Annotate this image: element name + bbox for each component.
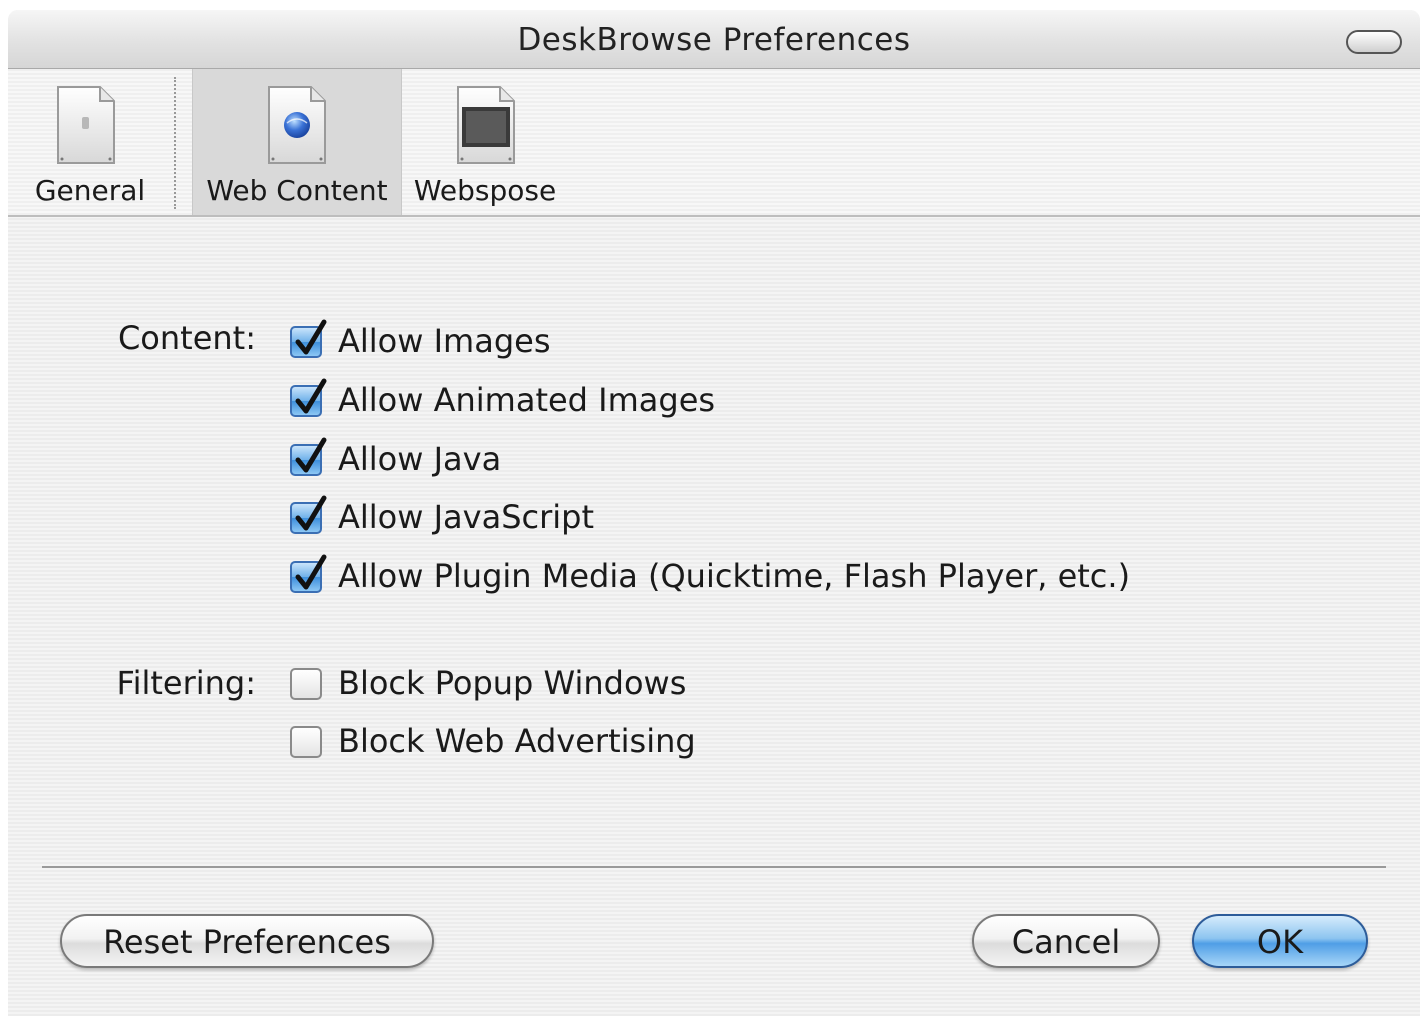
general-doc-icon xyxy=(57,86,115,164)
checkmark-icon xyxy=(295,378,327,414)
reset-preferences-button[interactable]: Reset Preferences xyxy=(60,914,434,968)
allow-images-label: Allow Images xyxy=(338,322,551,360)
block-popup-windows-label: Block Popup Windows xyxy=(338,664,687,702)
tab-general[interactable]: General xyxy=(8,69,172,215)
tab-general-label: General xyxy=(34,174,146,207)
checkmark-icon xyxy=(295,319,327,355)
preferences-window: DeskBrowse Preferences General Web Conte… xyxy=(8,10,1420,1016)
checkbox-box[interactable] xyxy=(290,554,327,593)
checkbox-box[interactable] xyxy=(290,319,327,358)
checkmark-icon xyxy=(295,554,327,590)
tab-webspose[interactable]: Webspose xyxy=(402,69,568,215)
tab-webspose-label: Webspose xyxy=(413,174,557,207)
toolbar-toggle-button[interactable] xyxy=(1346,30,1402,54)
checkbox-box[interactable] xyxy=(290,668,322,700)
filtering-section-label: Filtering: xyxy=(116,664,256,702)
title-bar[interactable]: DeskBrowse Preferences xyxy=(8,10,1420,69)
checkmark-icon xyxy=(295,437,327,473)
checkbox-box[interactable] xyxy=(290,378,327,417)
allow-javascript-label: Allow JavaScript xyxy=(338,498,594,536)
webspose-doc-icon xyxy=(457,86,515,164)
ok-button[interactable]: OK xyxy=(1192,914,1368,968)
preferences-toolbar: General Web Content Webspose xyxy=(8,69,1420,217)
checkmark-icon xyxy=(295,495,327,531)
toolbar-separator xyxy=(174,77,176,209)
cancel-button[interactable]: Cancel xyxy=(972,914,1160,968)
window-title: DeskBrowse Preferences xyxy=(517,22,911,58)
divider xyxy=(42,866,1386,868)
checkbox-box[interactable] xyxy=(290,726,322,758)
content-section-label: Content: xyxy=(117,319,256,357)
globe-doc-icon xyxy=(268,86,326,164)
tab-web-content-label: Web Content xyxy=(206,174,388,207)
checkbox-box[interactable] xyxy=(290,437,327,476)
tab-web-content[interactable]: Web Content xyxy=(192,69,402,215)
allow-animated-images-label: Allow Animated Images xyxy=(338,381,716,419)
allow-plugin-media-label: Allow Plugin Media (Quicktime, Flash Pla… xyxy=(338,557,1131,595)
checkbox-box[interactable] xyxy=(290,495,327,534)
allow-java-label: Allow Java xyxy=(338,440,502,478)
block-web-advertising-label: Block Web Advertising xyxy=(338,722,696,760)
